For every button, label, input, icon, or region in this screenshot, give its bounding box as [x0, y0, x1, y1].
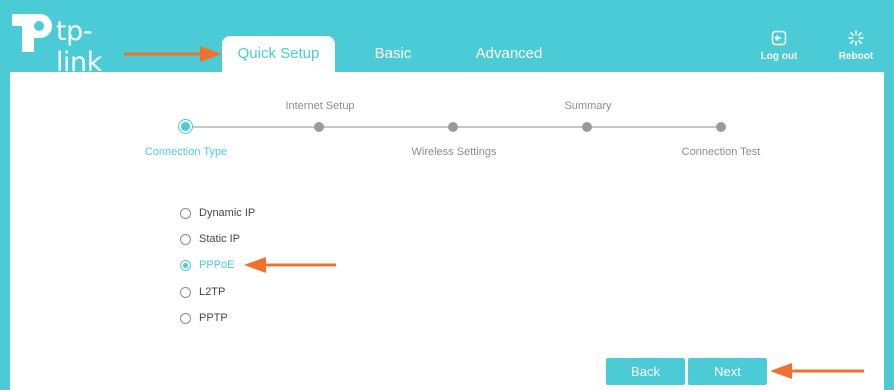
radio-dynamic-ip[interactable]: Dynamic IP	[180, 204, 255, 222]
wizard-step-dot-internet-setup	[314, 122, 324, 132]
tp-link-logo: tp-link	[10, 12, 135, 78]
wizard-step-label-connection-test: Connection Test	[681, 146, 761, 158]
wizard-step-label-wireless-settings: Wireless Settings	[411, 146, 497, 158]
tp-link-logo-icon	[12, 14, 52, 52]
radio-pptp[interactable]: PPTP	[180, 309, 228, 327]
logout-button[interactable]: Log out	[755, 30, 803, 62]
annotation-arrow-icon	[244, 257, 336, 273]
wizard-step-label-internet-setup: Internet Setup	[285, 100, 355, 112]
radio-button[interactable]	[180, 312, 191, 324]
reboot-label: Reboot	[838, 51, 874, 62]
wizard-step-dot-summary	[582, 122, 592, 132]
back-button[interactable]: Back	[606, 358, 685, 385]
wizard-step-dot-connection-test	[716, 122, 726, 132]
radio-label: L2TP	[199, 286, 226, 298]
wizard-step-label-summary: Summary	[564, 100, 612, 112]
radio-label: Dynamic IP	[199, 207, 256, 219]
radio-static-ip[interactable]: Static IP	[180, 230, 240, 248]
wizard-step-label-connection-type: Connection Type	[144, 146, 228, 158]
radio-button[interactable]	[180, 286, 191, 298]
annotation-arrow-icon	[770, 363, 864, 379]
radio-button[interactable]	[180, 233, 191, 245]
main-content: Connection Type Internet Setup Wireless …	[10, 72, 884, 390]
reboot-icon	[848, 30, 864, 46]
logout-icon	[771, 30, 787, 46]
radio-pppoe[interactable]: PPPoE	[180, 256, 234, 274]
wizard-step-dot-wireless-settings	[448, 122, 458, 132]
reboot-button[interactable]: Reboot	[832, 30, 880, 62]
radio-l2tp[interactable]: L2TP	[180, 283, 225, 301]
radio-button[interactable]	[180, 259, 191, 271]
wizard-step-dot-connection-type	[179, 120, 192, 133]
radio-label: PPPoE	[199, 259, 235, 271]
radio-button[interactable]	[180, 207, 191, 219]
tab-basic[interactable]: Basic	[357, 36, 429, 72]
next-button[interactable]: Next	[688, 358, 767, 385]
annotation-arrow-icon	[124, 46, 222, 62]
tab-quick-setup[interactable]: Quick Setup	[222, 36, 335, 72]
radio-label: Static IP	[199, 233, 240, 245]
tab-advanced[interactable]: Advanced	[456, 36, 562, 72]
logout-label: Log out	[760, 51, 798, 62]
radio-label: PPTP	[199, 312, 228, 324]
